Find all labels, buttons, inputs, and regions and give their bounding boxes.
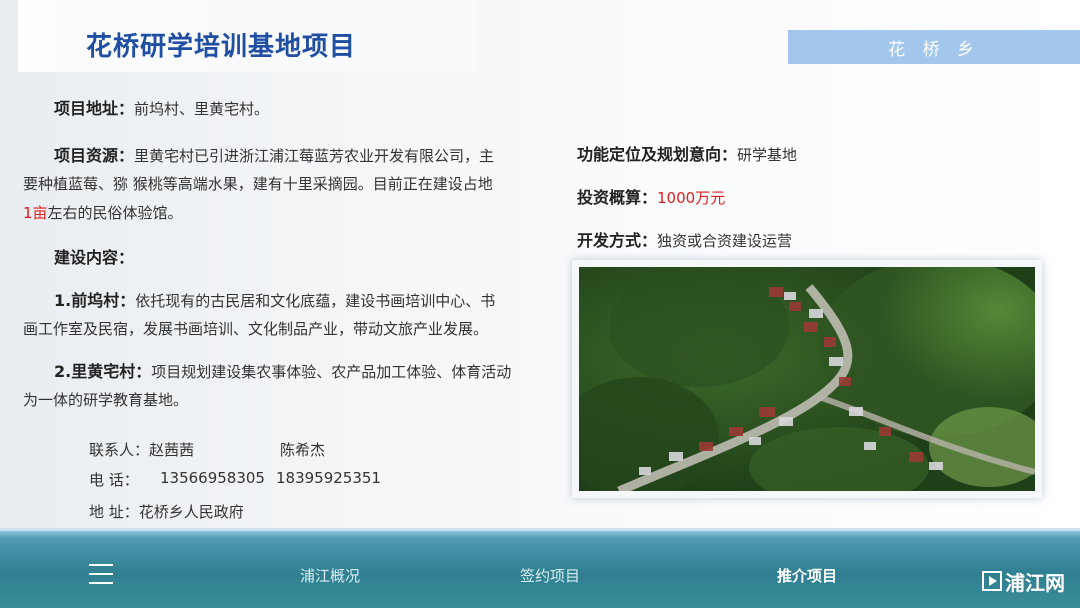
aerial-photo: [572, 260, 1042, 498]
contact-person: 联系人：赵茜茜: [89, 441, 195, 459]
function-value: 研学基地: [737, 146, 798, 164]
nav-signed-projects[interactable]: 签约项目: [520, 565, 580, 586]
resource-line3: 1亩左右的民俗体验馆。: [23, 199, 183, 228]
item2-line2: 为一体的研学教育基地。: [23, 391, 189, 409]
mode-row: 开发方式：独资或合资建设运营: [577, 226, 792, 256]
nav-promoted-projects[interactable]: 推介项目: [777, 565, 837, 586]
contact-phone1: 13566958305: [160, 469, 265, 487]
address-value: 前坞村、里黄宅村。: [134, 100, 270, 118]
item1-line1: 依托现有的古民居和文化底蕴，建设书画培训中心、书: [135, 292, 496, 310]
contact-phone-label: 电 话：: [89, 471, 139, 489]
item1-row: 1.前坞村：依托现有的古民居和文化底蕴，建设书画培训中心、书: [54, 286, 495, 316]
play-logo-icon: [982, 571, 1002, 591]
resource-line2: 要种植蓝莓、猕 猴桃等高端水果，建有十里采摘园。目前正在建设占地: [23, 175, 493, 193]
logo-text: 浦江网: [1005, 570, 1065, 595]
contact-person2: 陈希杰: [280, 441, 326, 459]
aerial-village-image: [579, 267, 1035, 491]
contact-address: 地 址：花桥乡人民政府: [89, 503, 244, 521]
function-row: 功能定位及规划意向：研学基地: [577, 140, 797, 170]
mode-label: 开发方式：: [577, 231, 658, 250]
invest-label: 投资概算：: [577, 188, 658, 207]
function-label: 功能定位及规划意向：: [577, 145, 738, 164]
item2-line1: 项目规划建设集农事体验、农产品加工体验、体育活动: [151, 363, 512, 381]
site-logo: 浦江网: [982, 569, 1065, 595]
address-row: 项目地址：前坞村、里黄宅村。: [54, 94, 269, 124]
item2-label: 2.里黄宅村：: [54, 362, 152, 381]
contact-phone2: 18395925351: [276, 469, 381, 487]
resource-area: 1亩: [23, 204, 48, 222]
resource-line3-rest: 左右的民俗体验馆。: [47, 204, 183, 222]
invest-row: 投资概算：1000万元: [577, 183, 725, 213]
address-label: 项目地址：: [54, 99, 135, 118]
content-label: 建设内容：: [54, 248, 135, 267]
mode-value: 独资或合资建设运营: [657, 232, 793, 250]
item1-label: 1.前坞村：: [54, 291, 136, 310]
item2-row: 2.里黄宅村：项目规划建设集农事体验、农产品加工体验、体育活动: [54, 357, 511, 387]
menu-icon[interactable]: [89, 564, 113, 584]
bottom-navbar: 浦江概况 签约项目 推介项目 浦江网: [0, 528, 1080, 608]
page: 花桥研学培训基地项目 花 桥 乡 项目地址：前坞村、里黄宅村。 项目资源：里黄宅…: [0, 0, 1080, 608]
item1-line2: 画工作室及民宿，发展书画培训、文化制品产业，带动文旅产业发展。: [23, 320, 489, 338]
invest-value: 1000万元: [657, 189, 726, 207]
page-title: 花桥研学培训基地项目: [86, 32, 357, 62]
resource-line1: 里黄宅村已引进浙江浦江莓蓝芳农业开发有限公司，主: [134, 147, 495, 165]
region-tag: 花 桥 乡: [788, 30, 1080, 64]
nav-overview[interactable]: 浦江概况: [300, 565, 360, 586]
resource-label: 项目资源：: [54, 146, 135, 165]
content-heading: 建设内容：: [54, 243, 134, 273]
resource-row: 项目资源：里黄宅村已引进浙江浦江莓蓝芳农业开发有限公司，主: [54, 141, 494, 171]
